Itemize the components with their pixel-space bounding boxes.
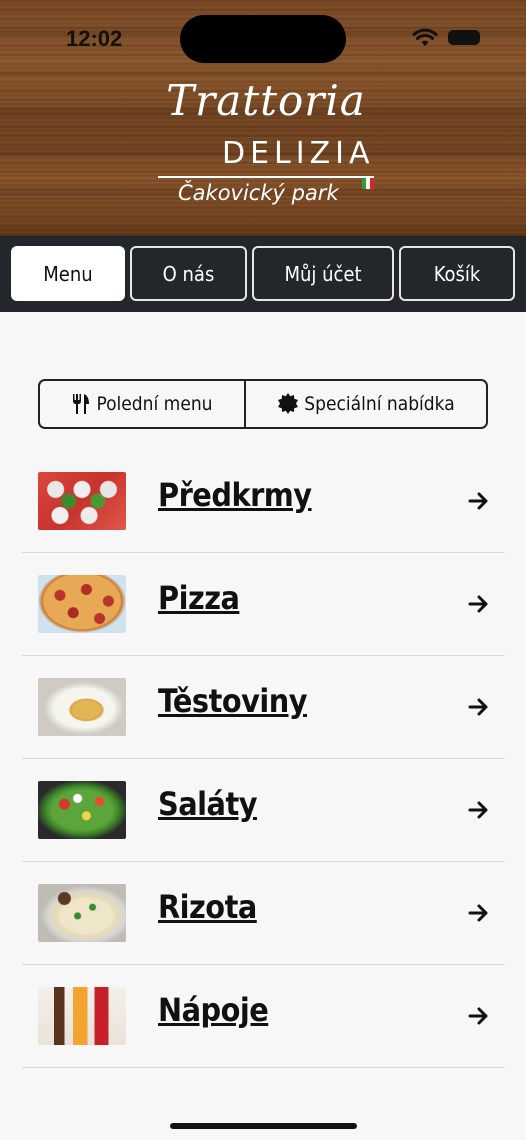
top-nav: Menu O nás Můj účet Košík <box>0 236 526 312</box>
category-row-salaty[interactable]: Saláty <box>22 759 505 862</box>
status-time: 12:02 <box>66 26 123 51</box>
nav-about-label: O nás <box>162 261 215 286</box>
special-offer-tab[interactable]: Speciální nabídka <box>246 381 486 427</box>
logo-location: Čakovický park <box>178 181 339 205</box>
pizza-thumbnail <box>38 575 126 633</box>
wifi-icon <box>412 28 438 46</box>
lunch-menu-tab[interactable]: Polední menu <box>40 381 246 427</box>
special-offer-label: Speciální nabídka <box>304 393 455 415</box>
category-row-testoviny[interactable]: Těstoviny <box>22 656 505 759</box>
nav-menu-button[interactable]: Menu <box>11 246 125 301</box>
category-label: Nápoje <box>158 991 269 1029</box>
arrow-right-icon <box>468 1007 488 1025</box>
arrow-right-icon <box>468 698 488 716</box>
logo-script: Trattoria <box>166 76 366 125</box>
arrow-right-icon <box>468 595 488 613</box>
arrow-right-icon <box>468 904 488 922</box>
nav-cart-label: Košík <box>433 261 481 286</box>
home-indicator[interactable] <box>170 1123 357 1129</box>
arrow-right-icon <box>468 801 488 819</box>
lunch-menu-label: Polední menu <box>96 393 213 415</box>
category-label: Rizota <box>158 888 257 926</box>
utensils-icon <box>73 394 90 414</box>
logo-name: DELIZIA <box>222 136 375 171</box>
testoviny-thumbnail <box>38 678 126 736</box>
nav-account-button[interactable]: Můj účet <box>252 246 394 301</box>
napoje-thumbnail <box>38 987 126 1045</box>
logo-divider <box>158 176 374 178</box>
nav-cart-button[interactable]: Košík <box>399 246 515 301</box>
nav-about-button[interactable]: O nás <box>130 246 247 301</box>
salaty-thumbnail <box>38 781 126 839</box>
category-row-rizota[interactable]: Rizota <box>22 862 505 965</box>
italian-flag-icon <box>362 178 374 189</box>
arrow-right-icon <box>468 492 488 510</box>
menu-subtabs: Polední menu Speciální nabídka <box>38 379 488 429</box>
category-row-napoje[interactable]: Nápoje <box>22 965 505 1068</box>
nav-menu-label: Menu <box>43 261 93 286</box>
predkrmy-thumbnail <box>38 472 126 530</box>
category-label: Těstoviny <box>158 682 308 720</box>
category-row-pizza[interactable]: Pizza <box>22 553 505 656</box>
header: 12:02 Trattoria DELIZIA Čakovický park <box>0 0 526 236</box>
rizota-thumbnail <box>38 884 126 942</box>
nav-account-label: Můj účet <box>284 261 362 286</box>
category-row-predkrmy[interactable]: Předkrmy <box>22 450 505 553</box>
badge-icon <box>278 393 299 414</box>
camera-notch <box>180 15 346 63</box>
category-label: Pizza <box>158 579 240 617</box>
category-list: Předkrmy Pizza Těstoviny Saláty Rizota N… <box>22 450 505 1068</box>
battery-icon <box>448 30 480 45</box>
category-label: Saláty <box>158 785 257 823</box>
category-label: Předkrmy <box>158 476 312 514</box>
